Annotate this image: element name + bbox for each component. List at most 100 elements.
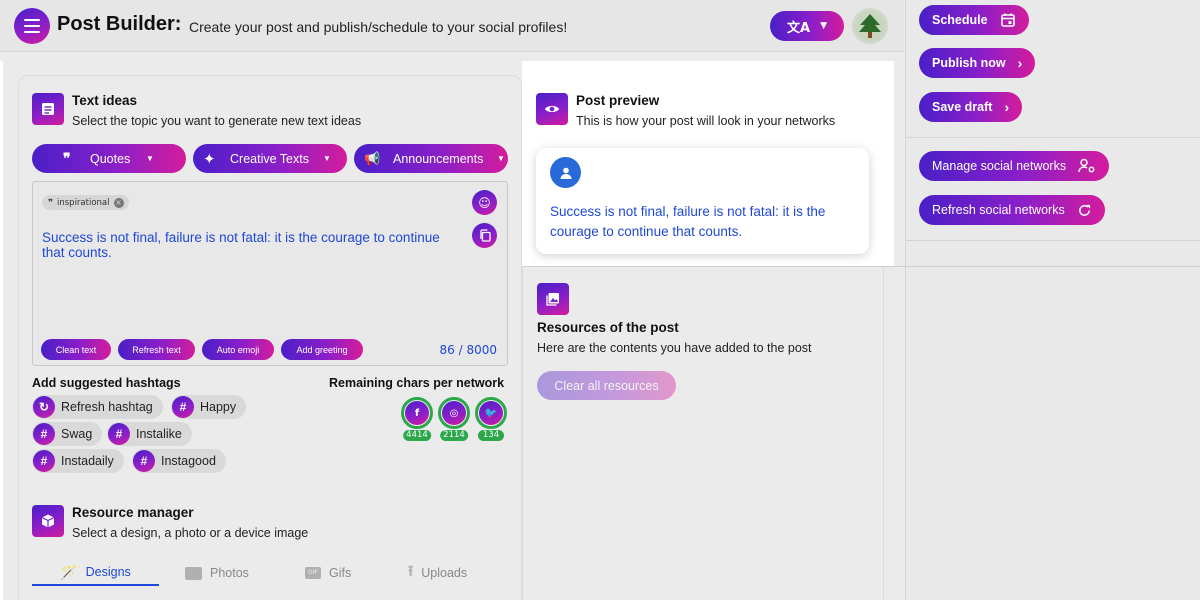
hashtags-title: Add suggested hashtags (32, 376, 181, 390)
translate-icon: 文A (787, 20, 811, 36)
tab-label: Designs (85, 565, 131, 579)
resource-manager-title: Resource manager (72, 505, 194, 520)
quotes-dropdown[interactable]: ❞ Quotes ▼ (32, 144, 186, 173)
hashtag-label: Instagood (161, 454, 216, 468)
remaining-title: Remaining chars per network (329, 376, 505, 390)
hashtag-icon: # (108, 423, 130, 445)
refresh-hashtag-label: Refresh hashtag (61, 400, 153, 414)
instagram-counter: ◎ 2114 (438, 397, 470, 443)
divider (906, 137, 1200, 138)
text-ideas-title: Text ideas (72, 93, 138, 108)
post-text-editor[interactable]: ❞ inspirational × Success is not final, … (32, 181, 508, 366)
preview-card: Success is not final, failure is not fat… (536, 148, 869, 254)
text-ideas-subtitle: Select the topic you want to generate ne… (72, 114, 362, 128)
refresh-networks-button[interactable]: Refresh social networks (919, 195, 1105, 225)
notes-icon (32, 93, 64, 125)
tab-uploads[interactable]: ⭱ Uploads (408, 560, 467, 586)
chevron-right-icon: › (1017, 55, 1023, 71)
remove-tag-icon[interactable]: × (113, 197, 124, 208)
preview-title: Post preview (576, 93, 660, 108)
tab-photos[interactable]: Photos (185, 560, 249, 586)
schedule-button[interactable]: Schedule (919, 5, 1029, 35)
box-icon (32, 505, 64, 537)
copy-icon[interactable] (472, 223, 497, 248)
action-sidebar: Schedule Publish now › Save draft › Mana… (905, 0, 1200, 600)
gallery-icon (537, 283, 569, 315)
announcements-dropdown[interactable]: 📢 Announcements ▼ (354, 144, 508, 173)
hashtag-label: Instalike (136, 427, 182, 441)
chevron-down-icon: ▼ (820, 21, 827, 31)
tab-label: Photos (210, 566, 249, 580)
auto-emoji-button[interactable]: Auto emoji (202, 339, 274, 360)
chevron-right-icon: › (1004, 99, 1010, 115)
chevron-down-icon: ▼ (323, 154, 331, 163)
instagram-icon: ◎ (442, 401, 466, 425)
post-preview-panel: Post preview This is how your post will … (522, 61, 894, 267)
eye-icon (536, 93, 568, 125)
instagram-count: 2114 (440, 430, 468, 441)
creative-texts-dropdown[interactable]: ✦ Creative Texts ▼ (193, 144, 347, 173)
manage-accounts-icon (1078, 158, 1095, 173)
refresh-icon (1078, 204, 1090, 216)
hashtag-chip[interactable]: # Instadaily (32, 449, 124, 473)
twitter-count: 134 (478, 430, 504, 441)
refresh-hashtag-button[interactable]: ↻ Refresh hashtag (32, 395, 163, 419)
facebook-icon: f (405, 401, 429, 425)
hashtag-label: Instadaily (61, 454, 114, 468)
hashtag-icon: # (33, 450, 55, 472)
refresh-text-button[interactable]: Refresh text (118, 339, 195, 360)
quotes-label: Quotes (90, 151, 131, 166)
facebook-count: 4414 (403, 430, 431, 441)
tree-icon (855, 11, 885, 41)
add-greeting-button[interactable]: Add greeting (281, 339, 363, 360)
divider (906, 240, 1200, 241)
resources-title: Resources of the post (537, 320, 679, 335)
hashtag-label: Swag (61, 427, 93, 441)
megaphone-icon: 📢 (364, 150, 381, 166)
page-title: Post Builder: (57, 13, 182, 35)
manage-networks-button[interactable]: Manage social networks (919, 151, 1110, 181)
facebook-counter: f 4414 (401, 397, 433, 443)
language-button[interactable]: 文A ▼ (770, 11, 844, 41)
menu-icon (24, 17, 40, 35)
twitter-icon: 🐦 (479, 401, 503, 425)
gif-icon: GIF (305, 567, 321, 579)
calendar-icon (1000, 13, 1015, 27)
tab-label: Uploads (421, 566, 468, 580)
publish-label: Publish now (932, 56, 1006, 70)
user-icon (550, 157, 581, 188)
refresh-icon: ↻ (33, 396, 55, 418)
topic-tag-label: inspirational (57, 197, 110, 208)
magic-wand-icon: 🪄 (60, 563, 78, 580)
emoji-icon[interactable]: ☺ (472, 190, 497, 215)
clean-text-button[interactable]: Clean text (41, 339, 111, 360)
post-text[interactable]: Success is not final, failure is not fat… (42, 230, 462, 260)
tab-label: Gifs (329, 566, 352, 580)
preview-subtitle: This is how your post will look in your … (576, 114, 836, 128)
avatar[interactable] (852, 8, 888, 44)
sparkle-icon: ✦ (203, 150, 216, 168)
preview-text: Success is not final, failure is not fat… (550, 204, 826, 239)
save-draft-button[interactable]: Save draft › (919, 92, 1023, 122)
refresh-label: Refresh social networks (932, 203, 1065, 217)
menu-button[interactable] (14, 8, 50, 44)
hashtag-chip[interactable]: # Instagood (132, 449, 226, 473)
char-count: 86 / 8000 (439, 343, 497, 357)
topic-tag: ❞ inspirational × (42, 195, 129, 210)
chevron-down-icon: ▼ (146, 154, 154, 163)
tab-gifs[interactable]: GIF Gifs (305, 560, 351, 586)
top-bar: Post Builder: Create your post and publi… (0, 0, 904, 52)
quote-icon: ❞ (63, 150, 71, 166)
hashtag-chip[interactable]: # Instalike (107, 422, 192, 446)
announcements-label: Announcements (393, 151, 484, 166)
creative-label: Creative Texts (230, 151, 309, 166)
clear-resources-button[interactable]: Clear all resources (537, 371, 676, 400)
hashtag-chip[interactable]: # Happy (171, 395, 247, 419)
publish-now-button[interactable]: Publish now › (919, 48, 1036, 78)
resource-manager-subtitle: Select a design, a photo or a device ima… (72, 526, 309, 540)
tab-designs[interactable]: 🪄 Designs (32, 560, 159, 586)
hashtag-icon: # (133, 450, 155, 472)
hashtag-chip[interactable]: # Swag (32, 422, 103, 446)
page-subtitle: Create your post and publish/schedule to… (189, 19, 568, 35)
chevron-down-icon: ▼ (497, 154, 505, 163)
